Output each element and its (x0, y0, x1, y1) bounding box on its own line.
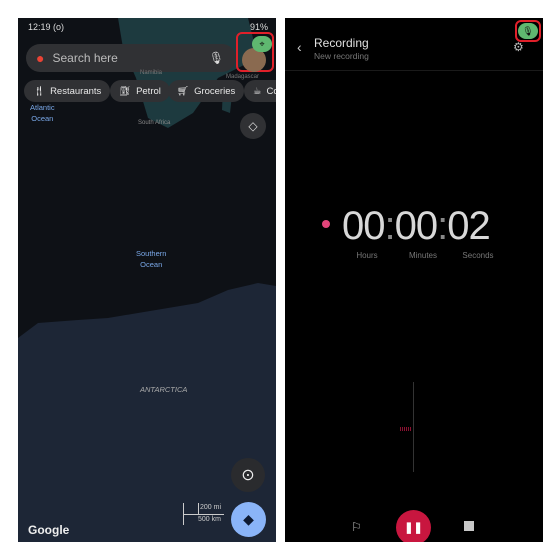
map-label-south-africa: South Africa (138, 120, 171, 126)
search-bar[interactable]: ● Search here 🎙︎ (26, 44, 236, 72)
playhead-line (413, 382, 414, 472)
chip-label: Restaurants (50, 85, 102, 97)
chevron-left-icon: ‹ (297, 39, 302, 55)
label-seconds: Seconds (462, 251, 494, 260)
fuel-icon: ⛽︎ (119, 85, 132, 97)
scale-mi: 200 mi (200, 504, 222, 511)
location-pin-icon: ⌖ (252, 36, 272, 52)
separator: : (437, 204, 448, 248)
divider (285, 70, 543, 71)
recording-indicator-dot (322, 220, 330, 228)
status-bar: 12:19 (o) 91% (28, 22, 268, 36)
chip-label: Groceries (194, 85, 236, 97)
timer-minutes: 00 (394, 204, 438, 248)
flag-icon: ⚐ (351, 520, 362, 534)
chip-coffee[interactable]: ☕︎ Co (244, 80, 276, 102)
label-line: Ocean (31, 114, 54, 123)
map-label-antarctica: ANTARCTICA (140, 385, 188, 394)
clock: 12:19 (28, 22, 51, 32)
my-location-button[interactable]: ⊙ (231, 458, 265, 492)
map-label-madagascar: Madagascar (226, 74, 260, 80)
timer-hours: 00 (342, 204, 385, 248)
microphone-in-use-icon: 🎙︎ (518, 23, 538, 39)
directions-icon: ◆ (243, 511, 254, 527)
coffee-icon: ☕︎ (253, 85, 262, 97)
google-maps-screen: 12:19 (o) 91% ● Search here 🎙︎ ⌖ 🍴︎ Resta… (18, 18, 276, 542)
chip-restaurants[interactable]: 🍴︎ Restaurants (24, 80, 111, 102)
gear-icon: ⚙ (513, 40, 524, 54)
separator: : (384, 204, 396, 248)
page-title: Recording (314, 36, 369, 50)
layers-button[interactable]: ◇ (240, 113, 266, 139)
directions-button[interactable]: ◆ (231, 502, 266, 537)
label-hours: Hours (356, 251, 378, 260)
status-icon: (o) (53, 22, 65, 32)
map-label-southern-ocean: Southern Ocean (136, 248, 166, 270)
map-label-atlantic: Atlantic Ocean (30, 102, 55, 124)
crosshair-icon: ⊙ (241, 467, 255, 484)
chip-groceries[interactable]: 🛒︎ Groceries (168, 80, 245, 102)
label-line: Atlantic (30, 103, 55, 112)
back-button[interactable]: ‹ (297, 39, 302, 55)
label-minutes: Minutes (408, 251, 437, 260)
scale-bar: 200 mi 500 km (183, 503, 224, 525)
fork-knife-icon: 🍴︎ (33, 85, 46, 97)
chip-label: Petrol (136, 85, 161, 97)
map-label-namibia: Namibia (140, 70, 163, 76)
settings-button[interactable]: ⚙ (513, 40, 524, 54)
scale-km: 500 km (198, 516, 221, 523)
page-subtitle: New recording (314, 51, 369, 61)
waveform (400, 427, 412, 431)
search-input[interactable]: Search here (52, 51, 208, 65)
pause-button[interactable]: ❚❚ (396, 510, 431, 542)
maps-pin-logo-icon: ● (36, 50, 45, 66)
layers-icon: ◇ (248, 119, 258, 133)
recorder-screen: ‹ Recording New recording ⚙ 🎙︎ 00:00:02 … (285, 18, 543, 542)
label-line: Southern (136, 249, 167, 258)
flag-button[interactable]: ⚐ (351, 520, 362, 534)
google-logo: Google (28, 523, 70, 537)
timer-seconds: 02 (447, 204, 490, 248)
microphone-icon[interactable]: 🎙︎ (209, 51, 224, 65)
stop-button[interactable] (464, 521, 474, 531)
cart-icon: 🛒︎ (177, 85, 190, 97)
chip-petrol[interactable]: ⛽︎ Petrol (110, 80, 170, 102)
pause-icon: ❚❚ (404, 522, 423, 534)
chip-label: Co (266, 85, 276, 97)
timer: 00:00:02 (342, 204, 491, 249)
label-line: Ocean (140, 260, 163, 269)
